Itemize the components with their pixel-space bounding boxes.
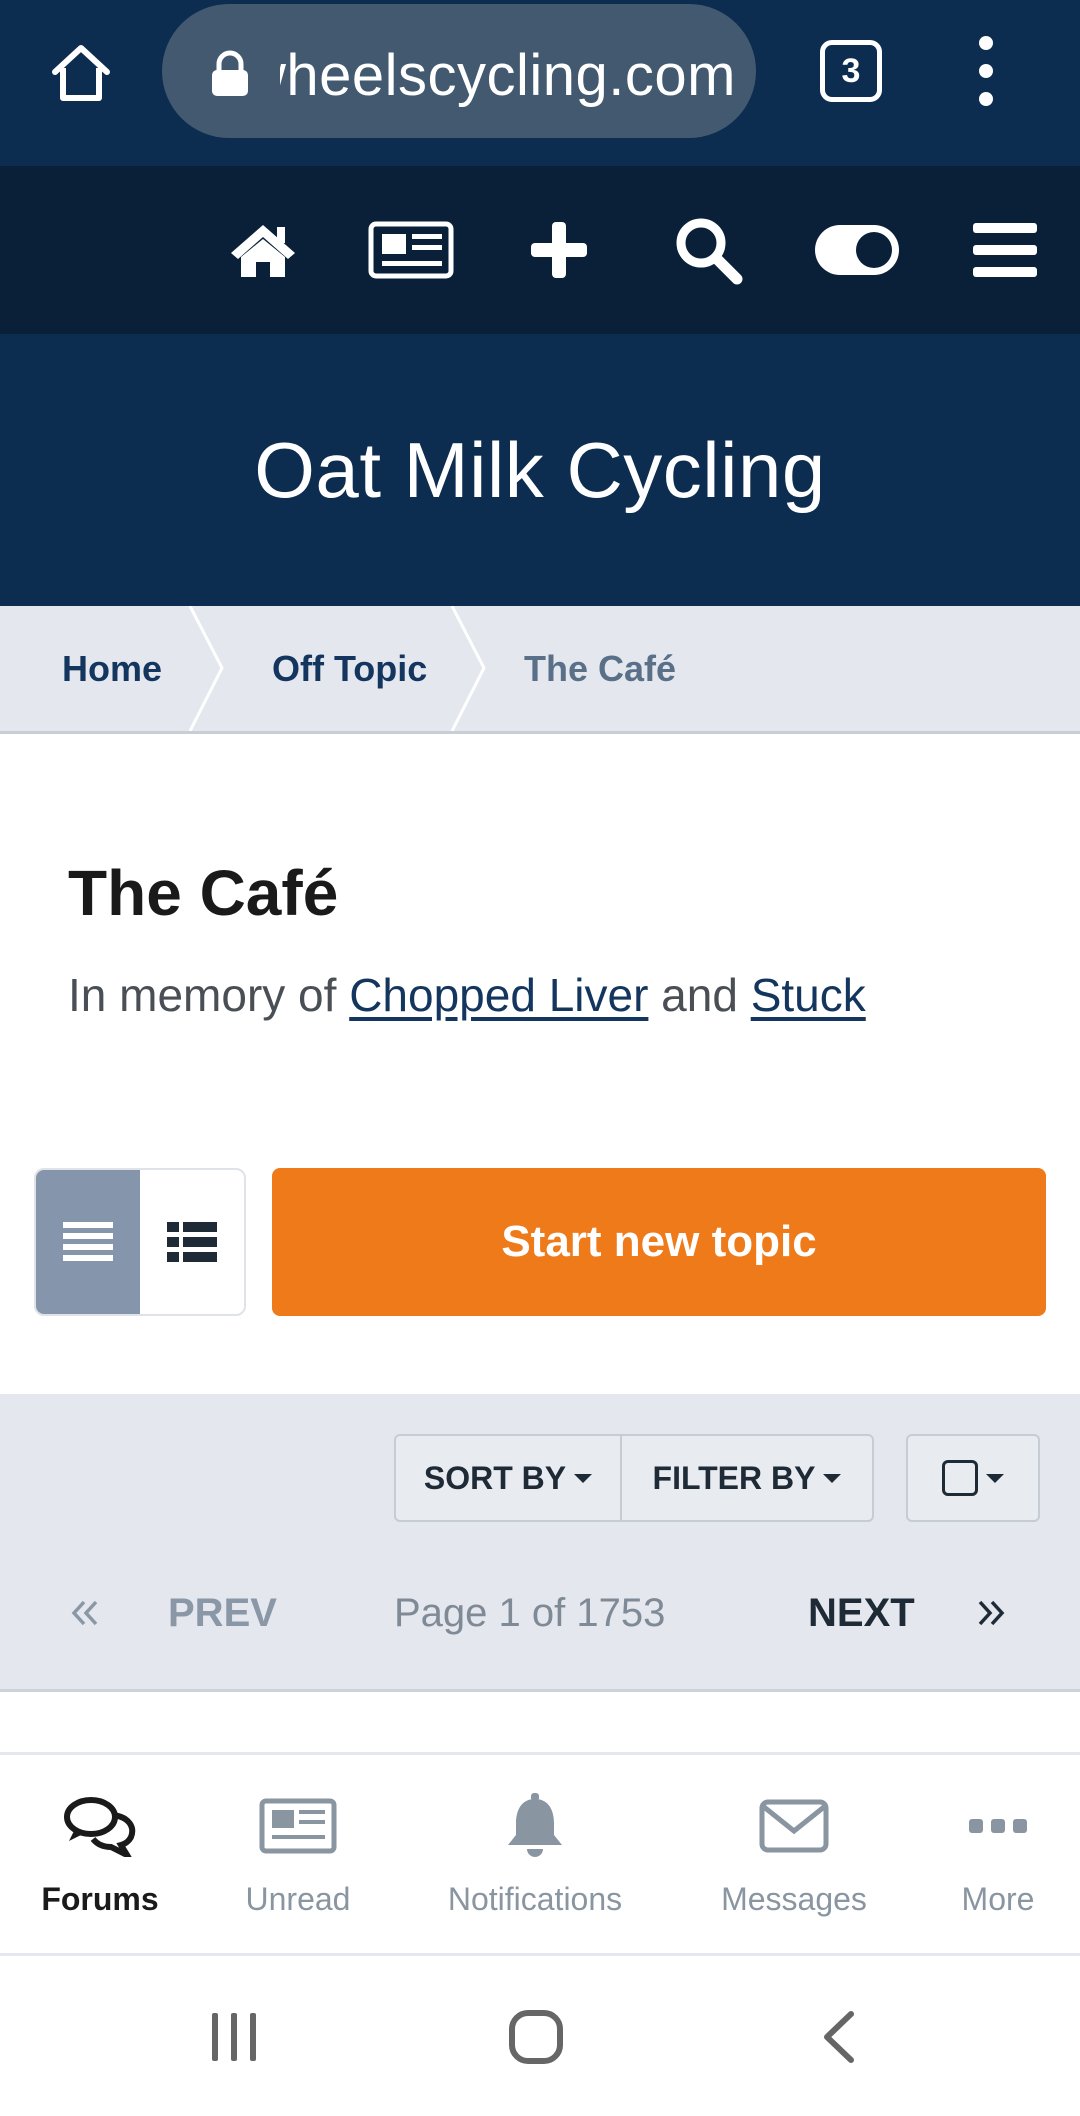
view-mode-toggle: [34, 1168, 246, 1316]
recent-apps-button[interactable]: [200, 2005, 268, 2069]
filter-by-button[interactable]: FILTER BY: [620, 1436, 872, 1520]
breadcrumb: Home Off Topic The Café: [0, 606, 1080, 734]
caret-down-icon: [823, 1473, 842, 1483]
url-text: wheelscycling.com: [280, 43, 736, 108]
toggle-icon: [815, 225, 899, 275]
page-title: The Café: [68, 857, 339, 929]
tab-label: Notifications: [447, 1881, 623, 1917]
topic-list-controls: SORT BY FILTER BY PREV Page 1 of 1753 NE…: [0, 1394, 1080, 1692]
next-page-button[interactable]: NEXT: [808, 1568, 915, 1658]
tab-messages[interactable]: Messages: [706, 1755, 882, 1955]
site-title[interactable]: Oat Milk Cycling: [254, 425, 825, 516]
last-page-button[interactable]: [976, 1568, 1006, 1658]
menu-dot: [979, 36, 993, 50]
sort-filter-group: SORT BY FILTER BY: [394, 1434, 874, 1522]
breadcrumb-current: The Café: [524, 647, 677, 689]
start-new-topic-button[interactable]: Start new topic: [272, 1168, 1046, 1316]
recent-apps-icon: [212, 2013, 256, 2061]
envelope-icon: [759, 1791, 829, 1861]
checkbox-icon: [942, 1460, 978, 1496]
search-icon: [676, 218, 743, 285]
breadcrumb-separator: [450, 606, 486, 731]
breadcrumb-separator: [188, 606, 224, 731]
sort-by-label: SORT BY: [423, 1459, 567, 1496]
multi-select-button[interactable]: [906, 1434, 1040, 1522]
app-bottom-nav: Forums Unread Notifications Messages Mor…: [0, 1752, 1080, 1956]
lock-icon: [212, 50, 248, 96]
view-table-button[interactable]: [36, 1170, 140, 1314]
url-text-clip: wheelscycling.com: [280, 4, 750, 138]
page-description: In memory of Chopped Liver and Stuck: [68, 968, 866, 1022]
nav-menu-button[interactable]: [972, 210, 1038, 290]
nav-create-button[interactable]: [528, 210, 590, 290]
breadcrumb-home[interactable]: Home: [62, 606, 162, 731]
newspaper-icon: [368, 221, 454, 279]
first-page-button[interactable]: [70, 1568, 100, 1658]
site-header: Oat Milk Cycling: [0, 334, 1080, 606]
ellipsis-icon: [969, 1791, 1027, 1861]
tab-more[interactable]: More: [938, 1755, 1058, 1955]
double-chevron-right-icon: [978, 1600, 1005, 1626]
back-chevron-icon: [824, 2011, 854, 2063]
home-icon: [52, 45, 110, 101]
newspaper-icon: [259, 1791, 337, 1861]
tab-label: More: [961, 1881, 1035, 1917]
site-nav-bar: [0, 166, 1080, 334]
browser-home-button[interactable]: [42, 34, 120, 112]
menu-dot: [979, 92, 993, 106]
prev-page-button[interactable]: PREV: [168, 1568, 277, 1658]
desc-mid: and: [648, 969, 751, 1021]
sort-by-button[interactable]: SORT BY: [396, 1436, 620, 1520]
browser-menu-button[interactable]: [960, 36, 1012, 106]
tabs-button[interactable]: 3: [820, 40, 882, 102]
address-bar[interactable]: wheelscycling.com: [162, 4, 756, 138]
system-home-button[interactable]: [500, 2005, 572, 2069]
tab-label: Forums: [41, 1881, 159, 1917]
table-view-icon: [63, 1222, 113, 1261]
menu-dot: [979, 64, 993, 78]
home-square-icon: [509, 2010, 563, 2064]
nav-theme-toggle[interactable]: [812, 210, 902, 290]
member-link-chopped-liver[interactable]: Chopped Liver: [349, 969, 648, 1021]
nav-search-button[interactable]: [672, 210, 744, 290]
bell-icon: [504, 1791, 566, 1861]
list-view-icon: [167, 1222, 217, 1262]
pagination: PREV Page 1 of 1753 NEXT: [0, 1568, 1080, 1658]
desc-prefix: In memory of: [68, 969, 350, 1021]
tab-label: Messages: [721, 1881, 867, 1917]
browser-toolbar: wheelscycling.com 3: [0, 0, 1080, 166]
double-chevron-left-icon: [71, 1600, 98, 1626]
home-icon: [231, 225, 295, 277]
filter-by-label: FILTER BY: [652, 1459, 816, 1496]
system-nav-bar: [0, 1959, 1080, 2116]
view-list-button[interactable]: [140, 1170, 244, 1314]
tab-label: Unread: [245, 1881, 351, 1917]
system-back-button[interactable]: [812, 2005, 866, 2069]
nav-activity-button[interactable]: [368, 210, 454, 290]
caret-down-icon: [986, 1473, 1004, 1483]
chat-bubbles-icon: [63, 1791, 137, 1861]
caret-down-icon: [574, 1473, 593, 1483]
tab-forums[interactable]: Forums: [30, 1755, 170, 1955]
plus-icon: [531, 222, 587, 278]
hamburger-icon: [973, 223, 1037, 277]
member-link-stuck[interactable]: Stuck: [751, 969, 866, 1021]
tab-notifications[interactable]: Notifications: [430, 1755, 640, 1955]
page-info[interactable]: Page 1 of 1753: [394, 1568, 665, 1658]
nav-home-button[interactable]: [228, 210, 298, 290]
tab-unread[interactable]: Unread: [228, 1755, 368, 1955]
breadcrumb-off-topic[interactable]: Off Topic: [272, 606, 427, 731]
